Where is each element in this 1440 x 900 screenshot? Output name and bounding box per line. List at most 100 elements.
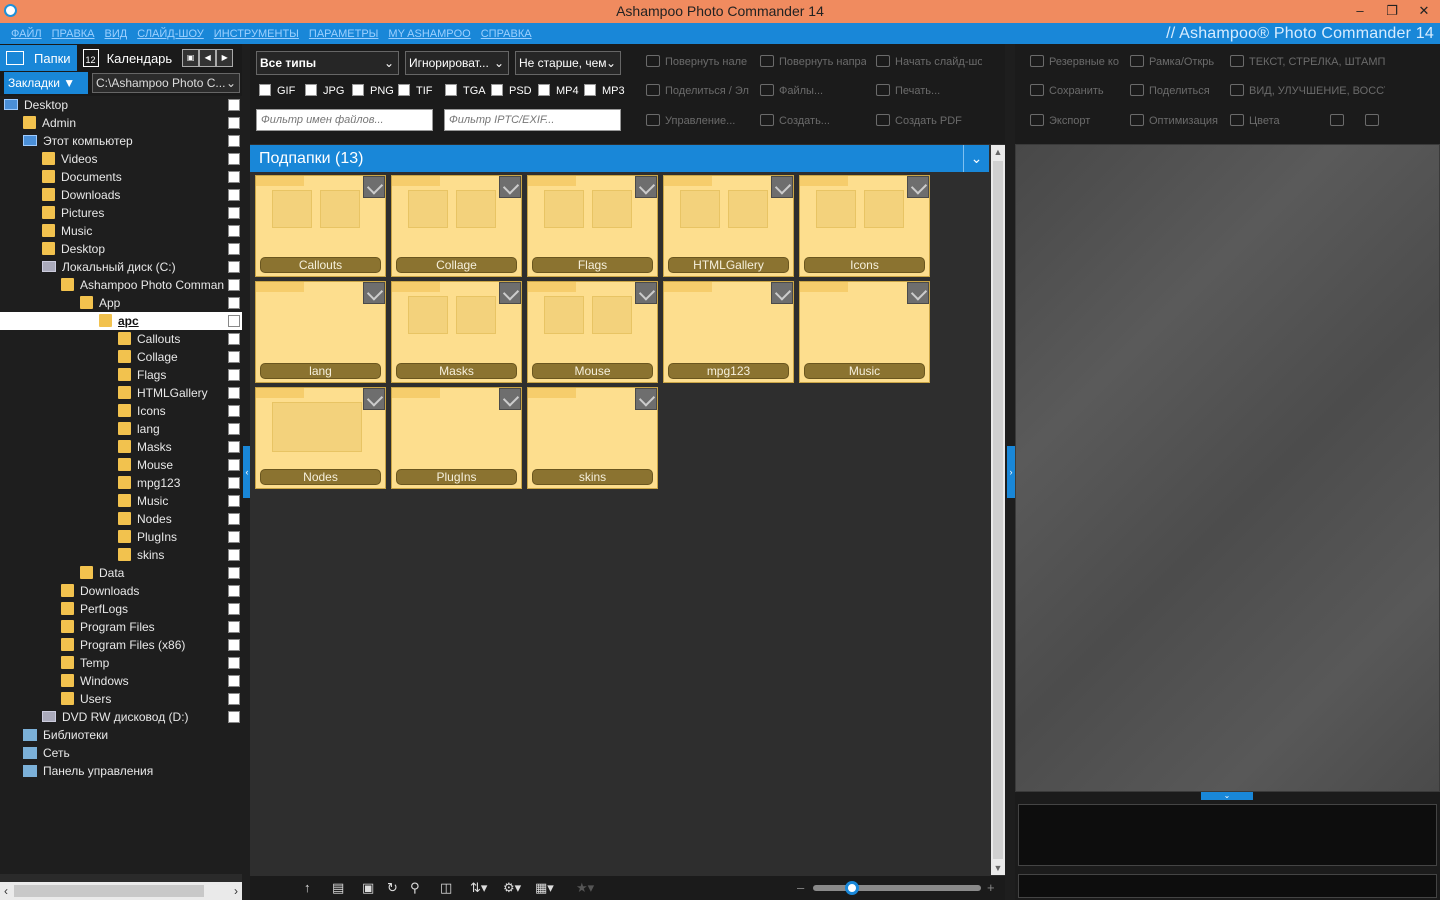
iptc-filter-input[interactable]: Фильтр IPTC/EXIF... [444,109,621,131]
tree-node[interactable]: Pictures [42,204,104,222]
expand-button[interactable] [1330,113,1350,129]
manage-button[interactable]: Управление... [646,113,751,129]
tree-node[interactable]: lang [118,420,160,438]
create-pdf-button[interactable]: Создать PDF [876,113,982,129]
menu-file[interactable]: ФАЙЛ [11,28,42,40]
frame-button[interactable]: Рамка/Открь [1130,54,1220,70]
thumbnail-checkbox[interactable] [499,282,521,304]
subfolder-thumbnail[interactable]: skins [527,387,658,489]
tree-node[interactable]: Icons [118,402,166,420]
subfolder-thumbnail[interactable]: Flags [527,175,658,277]
thumbnail-checkbox[interactable] [907,176,929,198]
next-arrow-icon[interactable]: ▶ [216,49,234,67]
tree-node[interactable]: skins [118,546,164,564]
tree-node[interactable]: Ashampoo Photo Comman [61,276,224,294]
slider-knob[interactable] [845,881,859,895]
thumbnail-checkbox[interactable] [363,176,385,198]
panel-layout-icon[interactable]: ▣ [182,49,200,67]
checkbox[interactable] [305,84,317,96]
path-select[interactable]: C:\Ashampoo Photo C... ⌄ [92,73,240,93]
new-folder-icon[interactable]: ◫ [440,880,452,896]
colors-button[interactable]: Цвета [1230,113,1320,129]
subfolder-thumbnail[interactable]: Masks [391,281,522,383]
text-arrow-stamp-button[interactable]: ТЕКСТ, СТРЕЛКА, ШТАМП, [1230,54,1385,70]
tree-node[interactable]: Temp [61,654,109,672]
checkbox[interactable] [398,84,410,96]
close-button[interactable]: ✕ [1408,0,1440,23]
zoom-in-icon[interactable]: + [987,880,995,896]
rotate-right-button[interactable]: Повернуть напра [760,54,866,70]
tree-node[interactable]: Masks [118,438,172,456]
tree-node[interactable]: Desktop [4,96,68,114]
share-button[interactable]: Поделиться / Эл [646,83,751,99]
type-checkbox-jpg[interactable]: JPG [305,84,344,98]
print-button[interactable]: Печать... [876,83,982,99]
tree-node[interactable]: Music [118,492,168,510]
view-enhance-button[interactable]: ВИД, УЛУЧШЕНИЕ, ВОССТА [1230,83,1385,99]
subfolder-thumbnail[interactable]: Music [799,281,930,383]
tree-node[interactable]: Documents [42,168,122,186]
tree-checkbox[interactable] [228,549,240,561]
tree-checkbox[interactable] [228,315,240,327]
tree-node[interactable]: Nodes [118,510,172,528]
scroll-right-icon[interactable]: › [230,882,242,900]
slideshow-button[interactable]: Начать слайд-шо [876,54,982,70]
tree-checkbox[interactable] [228,531,240,543]
thumbnail-checkbox[interactable] [907,282,929,304]
up-folder-icon[interactable]: ↑ [304,880,311,896]
thumbnail-checkbox[interactable] [499,388,521,410]
menu-tools[interactable]: ИНСТРУМЕНТЫ [214,28,299,40]
refresh-icon[interactable]: ↻ [387,880,398,896]
tree-node[interactable]: Windows [61,672,129,690]
sort-icon[interactable]: ⇅▾ [470,880,487,896]
star-rating-icon[interactable]: ★▾ [576,880,594,896]
tree-checkbox[interactable] [228,657,240,669]
chevron-down-icon[interactable]: ⌄ [1201,792,1253,800]
tree-node[interactable]: Users [61,690,111,708]
right-panel-collapse-handle[interactable]: › [1007,446,1015,498]
tree-checkbox[interactable] [228,603,240,615]
menu-view[interactable]: ВИД [105,28,128,40]
thumbnail-size-slider[interactable] [813,881,981,895]
tree-checkbox[interactable] [228,333,240,345]
scroll-down-icon[interactable]: ▼ [991,863,1005,873]
tree-checkbox[interactable] [228,153,240,165]
select-icon[interactable]: ▣ [362,880,374,896]
subfolder-thumbnail[interactable]: Nodes [255,387,386,489]
tree-node[interactable]: Program Files [61,618,155,636]
subfolder-thumbnail[interactable]: Callouts [255,175,386,277]
view-mode-icon[interactable]: ▦▾ [535,880,554,896]
export-button[interactable]: Экспорт [1030,113,1120,129]
thumbnail-checkbox[interactable] [363,388,385,410]
grid-vertical-scrollbar[interactable]: ▲ ▼ [991,145,1005,875]
create-button[interactable]: Создать... [760,113,866,129]
menu-slideshow[interactable]: СЛАЙД-ШОУ [137,28,204,40]
tree-node[interactable]: Admin [23,114,76,132]
filename-filter-input[interactable]: Фильтр имен файлов... [256,109,433,131]
thumbnail-checkbox[interactable] [771,282,793,304]
tree-node[interactable]: Flags [118,366,166,384]
tree-node[interactable]: Панель управления [23,762,153,780]
checkbox[interactable] [445,84,457,96]
menu-edit[interactable]: ПРАВКА [52,28,95,40]
tree-node[interactable]: Collage [118,348,178,366]
tree-checkbox[interactable] [228,585,240,597]
tree-checkbox[interactable] [228,99,240,111]
tree-node[interactable]: Сеть [23,744,70,762]
tree-checkbox[interactable] [228,675,240,687]
checkbox[interactable] [491,84,503,96]
tree-checkbox[interactable] [228,117,240,129]
tree-checkbox[interactable] [228,135,240,147]
tree-node[interactable]: DVD RW дисковод (D:) [42,708,189,726]
thumbnail-checkbox[interactable] [771,176,793,198]
tree-checkbox[interactable] [228,423,240,435]
subfolder-thumbnail[interactable]: Icons [799,175,930,277]
tree-checkbox[interactable] [228,405,240,417]
thumbnail-checkbox[interactable] [635,388,657,410]
type-checkbox-png[interactable]: PNG [352,84,394,98]
settings-gear-icon[interactable]: ⚙▾ [503,880,521,896]
tree-node[interactable]: HTMLGallery [118,384,208,402]
app-icon[interactable] [4,4,17,17]
tree-node[interactable]: Библиотеки [23,726,108,744]
tree-node[interactable]: apc [99,312,139,330]
